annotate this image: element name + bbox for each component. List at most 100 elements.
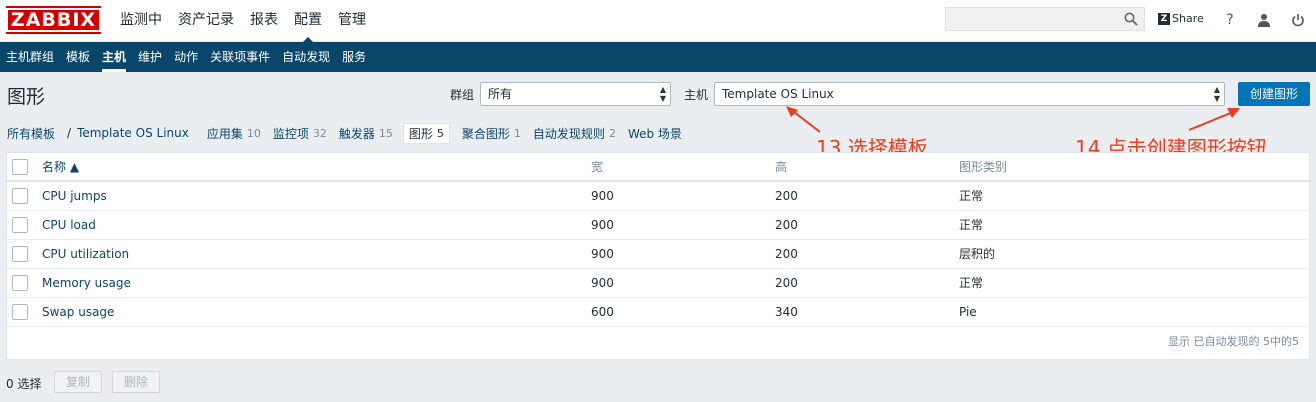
row-checkbox[interactable] <box>12 216 28 233</box>
sub-nav-event-correlation[interactable]: 关联项事件 <box>204 42 276 72</box>
table-row: Memory usage 900 200 正常 <box>7 268 1309 298</box>
graph-width: 900 <box>591 268 775 298</box>
tab-discovery-rules[interactable]: 自动发现规则 2 <box>533 125 616 142</box>
breadcrumb-template[interactable]: Template OS Linux <box>77 126 189 140</box>
tab-label: 图形 <box>408 126 433 141</box>
tab-label: Web 场景 <box>627 126 682 141</box>
share-link[interactable]: Z Share <box>1158 12 1204 25</box>
graph-width: 900 <box>591 239 775 269</box>
graph-type: 正常 <box>959 268 1309 298</box>
table-row: CPU jumps 900 200 正常 <box>7 181 1309 211</box>
graph-name-link[interactable]: Memory usage <box>42 276 131 290</box>
top-menu-administration[interactable]: 管理 <box>330 0 374 42</box>
top-menu-inventory[interactable]: 资产记录 <box>170 0 242 42</box>
graph-height: 200 <box>775 239 959 269</box>
graph-type: 正常 <box>959 181 1309 211</box>
tab-label: 触发器 <box>338 126 375 141</box>
sub-nav-host-groups[interactable]: 主机群组 <box>0 42 60 72</box>
host-select-value: Template OS Linux <box>722 87 834 101</box>
graph-name-cell: CPU utilization <box>42 239 591 269</box>
graph-type: 正常 <box>959 210 1309 240</box>
row-checkbox-cell <box>7 268 42 298</box>
graph-height: 200 <box>775 181 959 211</box>
tab-screens[interactable]: 聚合图形 1 <box>462 125 521 142</box>
power-icon[interactable] <box>1289 11 1307 29</box>
tab-count: 2 <box>608 126 616 140</box>
table-row: CPU load 900 200 正常 <box>7 210 1309 240</box>
select-arrows-icon: ▲ ▼ <box>659 85 666 103</box>
host-select[interactable]: Template OS Linux ▲ ▼ <box>714 82 1225 106</box>
graph-height: 340 <box>775 297 959 327</box>
user-icon[interactable] <box>1255 11 1273 29</box>
graph-name-link[interactable]: CPU utilization <box>42 247 129 261</box>
select-arrows-icon: ▲ ▼ <box>1213 85 1220 103</box>
tab-triggers[interactable]: 触发器 15 <box>339 125 393 142</box>
graph-name-cell: CPU load <box>42 210 591 240</box>
share-label: Share <box>1172 12 1204 25</box>
graph-name-cell: Memory usage <box>42 268 591 298</box>
breadcrumb-all-templates[interactable]: 所有模板 <box>7 125 55 142</box>
graph-width: 600 <box>591 297 775 327</box>
graphs-table-container: 名称 ▲ 宽 高 图形类别 CPU jumps 900 200 正常 CPU l… <box>6 152 1310 360</box>
graph-type: 层积的 <box>959 239 1309 269</box>
graph-name-link[interactable]: CPU load <box>42 218 96 232</box>
sub-nav-templates[interactable]: 模板 <box>60 42 96 72</box>
sub-nav-maintenance[interactable]: 维护 <box>132 42 168 72</box>
row-checkbox-cell <box>7 210 42 240</box>
search-input[interactable] <box>945 7 1145 31</box>
share-z-icon: Z <box>1158 12 1170 25</box>
tab-count: 10 <box>246 126 261 140</box>
select-all-cell <box>7 153 42 182</box>
select-all-checkbox[interactable] <box>12 158 28 175</box>
top-menu-monitoring[interactable]: 监测中 <box>112 0 170 42</box>
graph-name-link[interactable]: Swap usage <box>42 305 114 319</box>
row-checkbox-cell <box>7 239 42 269</box>
column-name[interactable]: 名称 ▲ <box>42 153 591 182</box>
graph-width: 900 <box>591 181 775 211</box>
top-menu-configuration[interactable]: 配置 <box>286 0 330 43</box>
breadcrumb-separator: / <box>67 126 72 140</box>
group-select-value: 所有 <box>488 87 513 101</box>
row-checkbox-cell <box>7 181 42 211</box>
search-icon[interactable] <box>1124 12 1138 26</box>
graphs-table: 名称 ▲ 宽 高 图形类别 CPU jumps 900 200 正常 CPU l… <box>7 153 1309 327</box>
group-select[interactable]: 所有 ▲ ▼ <box>480 82 671 106</box>
delete-button[interactable]: 删除 <box>112 371 160 393</box>
column-name-label[interactable]: 名称 ▲ <box>42 160 79 174</box>
table-footer-count: 显示 已自动发现的 5中的5 <box>1168 335 1299 348</box>
tab-graphs[interactable]: 图形 5 <box>402 122 450 144</box>
host-filter-label: 主机 <box>684 88 709 102</box>
graph-height: 200 <box>775 210 959 240</box>
sub-nav-services[interactable]: 服务 <box>336 42 372 72</box>
copy-button[interactable]: 复制 <box>54 371 102 393</box>
logo-text: ZABBIX <box>5 8 102 32</box>
graph-height: 200 <box>775 268 959 298</box>
annotation-arrow-right <box>1188 108 1240 131</box>
sub-nav-hosts[interactable]: 主机 <box>96 42 132 72</box>
tab-label: 应用集 <box>206 126 243 141</box>
tab-label: 自动发现规则 <box>532 126 605 141</box>
zabbix-logo[interactable]: ZABBIX <box>5 6 102 34</box>
tab-items[interactable]: 监控项 32 <box>273 125 327 142</box>
tab-count: 32 <box>312 126 327 140</box>
sub-nav-actions[interactable]: 动作 <box>168 42 204 72</box>
top-menu-reports[interactable]: 报表 <box>242 0 286 42</box>
sub-nav: 主机群组 模板 主机 维护 动作 关联项事件 自动发现 服务 <box>0 42 1316 72</box>
row-checkbox[interactable] <box>12 274 28 291</box>
row-checkbox[interactable] <box>12 187 28 204</box>
row-checkbox[interactable] <box>12 303 28 320</box>
column-height: 高 <box>775 153 959 182</box>
tab-web-scenarios[interactable]: Web 场景 <box>628 125 682 142</box>
tab-count: 15 <box>378 126 393 140</box>
tabs-bar: 所有模板 / Template OS Linux 应用集 10 监控项 32 触发器… <box>7 122 682 144</box>
top-menu: 监测中 资产记录 报表 配置 管理 <box>112 0 374 43</box>
sub-nav-discovery[interactable]: 自动发现 <box>276 42 336 72</box>
tab-applications[interactable]: 应用集 10 <box>207 125 261 142</box>
create-graph-button[interactable]: 创建图形 <box>1238 82 1310 106</box>
question-icon[interactable]: ? <box>1221 11 1239 29</box>
row-checkbox[interactable] <box>12 245 28 262</box>
table-row: CPU utilization 900 200 层积的 <box>7 239 1309 269</box>
graph-name-cell: CPU jumps <box>42 181 591 211</box>
tab-label: 监控项 <box>272 126 309 141</box>
graph-name-link[interactable]: CPU jumps <box>42 189 107 203</box>
